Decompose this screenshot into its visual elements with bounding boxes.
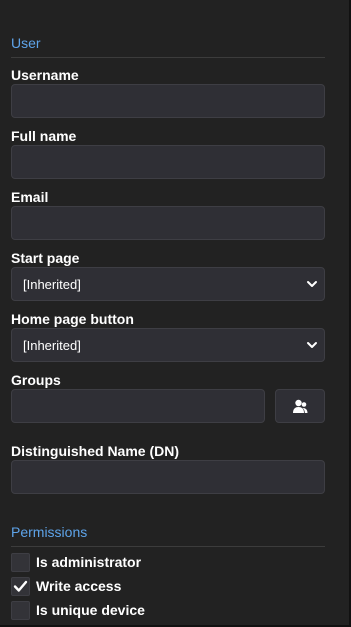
chevron-down-icon	[307, 281, 317, 287]
user-select-icon	[293, 399, 308, 413]
checkmark-icon	[13, 580, 28, 592]
full-name-input[interactable]	[11, 145, 325, 179]
user-section-title: User	[11, 35, 41, 51]
is-unique-device-checkbox[interactable]	[11, 601, 30, 620]
permissions-section-title: Permissions	[11, 524, 88, 540]
permissions-section-divider	[11, 546, 325, 547]
write-access-checkbox[interactable]	[11, 577, 30, 596]
username-label: Username	[11, 67, 79, 83]
user-edit-panel: User Username Full name Email Start page…	[0, 0, 351, 627]
home-page-button-select[interactable]: [Inherited]	[11, 328, 325, 362]
email-label: Email	[11, 189, 49, 205]
dn-input[interactable]	[11, 460, 325, 494]
email-input[interactable]	[11, 206, 325, 240]
start-page-select[interactable]: [Inherited]	[11, 267, 325, 301]
home-page-button-value: [Inherited]	[23, 338, 81, 353]
dn-label: Distinguished Name (DN)	[11, 443, 180, 459]
full-name-label: Full name	[11, 128, 77, 144]
username-input[interactable]	[11, 84, 325, 118]
chevron-down-icon	[307, 342, 317, 348]
start-page-label: Start page	[11, 250, 80, 266]
start-page-value: [Inherited]	[23, 277, 81, 292]
home-page-button-label: Home page button	[11, 311, 134, 327]
is-administrator-checkbox[interactable]	[11, 553, 30, 572]
select-groups-button[interactable]	[275, 389, 325, 423]
user-section-divider	[11, 57, 325, 58]
groups-input[interactable]	[11, 389, 265, 423]
is-unique-device-label: Is unique device	[36, 602, 145, 618]
is-administrator-label: Is administrator	[36, 554, 142, 570]
write-access-label: Write access	[36, 578, 122, 594]
groups-label: Groups	[11, 372, 61, 388]
